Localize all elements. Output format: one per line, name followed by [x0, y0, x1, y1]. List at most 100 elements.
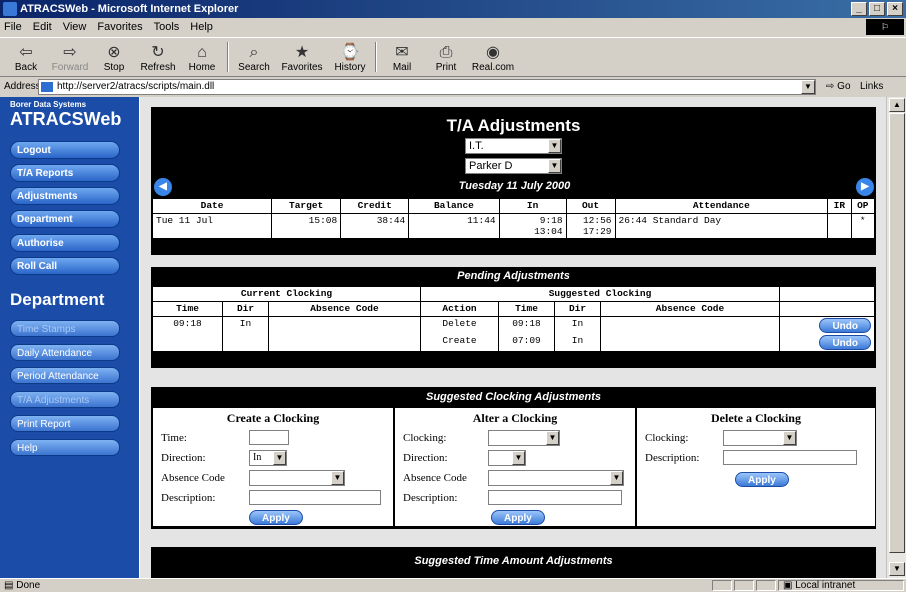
table-row: 09:18 In Delete 09:18 In Undo	[152, 316, 875, 352]
menu-favorites[interactable]: Favorites	[97, 18, 142, 36]
toolbar-separator	[375, 42, 377, 72]
page-title: T/A Adjustments	[446, 116, 581, 135]
history-button[interactable]: ⌚ History	[328, 38, 372, 76]
nav-authorise[interactable]: Authorise	[10, 234, 120, 252]
department-heading: Department	[10, 290, 105, 309]
window-titlebar: ATRACSWeb - Microsoft Internet Explorer …	[0, 0, 906, 18]
company-name: Borer Data Systems	[10, 100, 87, 109]
favorites-button[interactable]: ★ Favorites	[276, 38, 328, 76]
minimize-button[interactable]: _	[851, 2, 867, 16]
nav-period-attendance[interactable]: Period Attendance	[10, 367, 120, 384]
links-button[interactable]: Links	[860, 78, 883, 96]
nav-print-report[interactable]: Print Report	[10, 415, 120, 432]
nav-roll-call[interactable]: Roll Call	[10, 257, 120, 275]
chevron-down-icon: ▼	[783, 431, 796, 445]
main-area: T/A Adjustments I.T. ▼ Parker D ▼ ◀ ▶ Tues…	[140, 97, 886, 578]
alter-absence-code-select[interactable]: ▼	[488, 470, 624, 486]
menu-file[interactable]: File	[4, 18, 22, 36]
refresh-icon: ↻	[151, 44, 165, 61]
history-icon: ⌚	[340, 44, 360, 61]
page-icon	[41, 82, 53, 92]
forward-button[interactable]: ⇨ Forward	[48, 38, 92, 76]
stop-button[interactable]: ⊗ Stop	[92, 38, 136, 76]
home-button[interactable]: ⌂ Home	[180, 38, 224, 76]
pending-heading: Pending Adjustments	[457, 270, 570, 282]
status-bar: ▤ Done ▣ Local intranet	[0, 578, 906, 591]
alter-description-input[interactable]	[488, 490, 622, 505]
alter-clocking-form: Alter a Clocking Clocking: ▼ Direction: …	[395, 408, 635, 526]
nav-ta-reports[interactable]: T/A Reports	[10, 164, 120, 182]
status-text: Done	[16, 580, 41, 591]
alter-direction-select[interactable]: ▼	[488, 450, 526, 466]
vertical-scrollbar[interactable]: ▲ ▼	[886, 97, 906, 578]
search-icon: ⌕	[249, 44, 259, 61]
real-icon: ◉	[486, 44, 500, 61]
go-button[interactable]: ⇨ Go	[826, 78, 851, 96]
back-button[interactable]: ⇦ Back	[4, 38, 48, 76]
stop-icon: ⊗	[107, 44, 121, 61]
realcom-button[interactable]: ◉ Real.com	[468, 38, 518, 76]
print-icon: ⎙	[439, 44, 453, 61]
favorites-icon: ★	[294, 44, 310, 61]
delete-clocking-select[interactable]: ▼	[723, 430, 797, 446]
nav-ta-adjustments[interactable]: T/A Adjustments	[10, 391, 120, 408]
description-input[interactable]	[249, 490, 381, 505]
print-button[interactable]: ⎙ Print	[424, 38, 468, 76]
direction-select[interactable]: In ▼	[249, 450, 287, 466]
create-apply-button[interactable]: Apply	[249, 510, 303, 525]
ta-panel: T/A Adjustments I.T. ▼ Parker D ▼ ◀ ▶ Tues…	[151, 107, 876, 255]
department-select[interactable]: I.T. ▼	[465, 138, 562, 154]
app-brand: ATRACSWeb	[10, 109, 122, 129]
nav-time-stamps[interactable]: Time Stamps	[10, 320, 120, 337]
suggested-heading: Suggested Clocking Adjustments	[425, 391, 601, 403]
time-input[interactable]	[249, 430, 289, 445]
nav-help[interactable]: Help	[10, 439, 120, 456]
nav-daily-attendance[interactable]: Daily Attendance	[10, 344, 120, 361]
browser-toolbar: ⇦ Back ⇨ Forward ⊗ Stop ↻ Refresh ⌂ Home ⌕ Sea…	[0, 37, 906, 77]
menu-tools[interactable]: Tools	[154, 18, 180, 36]
undo-button[interactable]: Undo	[819, 335, 871, 350]
pending-panel: Pending Adjustments Current Clocking Sug…	[151, 267, 876, 368]
security-zone: ▣ Local intranet	[778, 580, 904, 591]
refresh-button[interactable]: ↻ Refresh	[136, 38, 180, 76]
chevron-down-icon: ▼	[331, 471, 344, 485]
alter-apply-button[interactable]: Apply	[491, 510, 545, 525]
scroll-thumb[interactable]	[889, 113, 905, 553]
close-button[interactable]: ×	[887, 2, 903, 16]
chevron-down-icon: ▼	[548, 139, 561, 153]
windows-logo-icon: ⚐	[866, 19, 904, 35]
menu-bar: File Edit View Favorites Tools Help ⚐	[0, 18, 906, 36]
absence-code-select[interactable]: ▼	[249, 470, 345, 486]
nav-adjustments[interactable]: Adjustments	[10, 187, 120, 205]
page-content: Borer Data Systems ATRACSWeb Logout T/A …	[0, 97, 886, 578]
delete-apply-button[interactable]: Apply	[735, 472, 789, 487]
amount-heading: Suggested Time Amount Adjustments	[414, 555, 613, 567]
chevron-down-icon[interactable]: ▼	[801, 80, 815, 94]
address-url: http://server2/atracs/scripts/main.dll	[57, 81, 215, 92]
employee-select[interactable]: Parker D ▼	[465, 158, 562, 174]
maximize-button[interactable]: □	[869, 2, 885, 16]
menu-help[interactable]: Help	[190, 18, 213, 36]
toolbar-separator	[227, 42, 229, 72]
chevron-down-icon: ▼	[273, 451, 286, 465]
mail-button[interactable]: ✉ Mail	[380, 38, 424, 76]
search-button[interactable]: ⌕ Search	[232, 38, 276, 76]
menu-view[interactable]: View	[63, 18, 87, 36]
address-label: Address	[4, 81, 41, 92]
alter-clocking-select[interactable]: ▼	[488, 430, 560, 446]
table-row[interactable]: Tue 11 Jul 15:08 38:44 11:44 9:18 13:04 1…	[151, 213, 876, 239]
mail-icon: ✉	[395, 44, 409, 61]
suggested-panel: Suggested Clocking Adjustments Create a …	[151, 387, 876, 529]
scroll-down-icon[interactable]: ▼	[889, 562, 905, 576]
menu-edit[interactable]: Edit	[33, 18, 52, 36]
sidebar: Borer Data Systems ATRACSWeb Logout T/A …	[0, 97, 139, 578]
address-input[interactable]: http://server2/atracs/scripts/main.dll ▼	[38, 79, 816, 95]
amount-panel: Suggested Time Amount Adjustments	[151, 547, 876, 578]
delete-description-input[interactable]	[723, 450, 857, 465]
create-clocking-form: Create a Clocking Time: Direction: In ▼ A…	[153, 408, 393, 526]
nav-department[interactable]: Department	[10, 210, 120, 228]
undo-button[interactable]: Undo	[819, 318, 871, 333]
window-title: ATRACSWeb - Microsoft Internet Explorer	[20, 3, 239, 15]
nav-logout[interactable]: Logout	[10, 141, 120, 159]
scroll-up-icon[interactable]: ▲	[889, 98, 905, 112]
